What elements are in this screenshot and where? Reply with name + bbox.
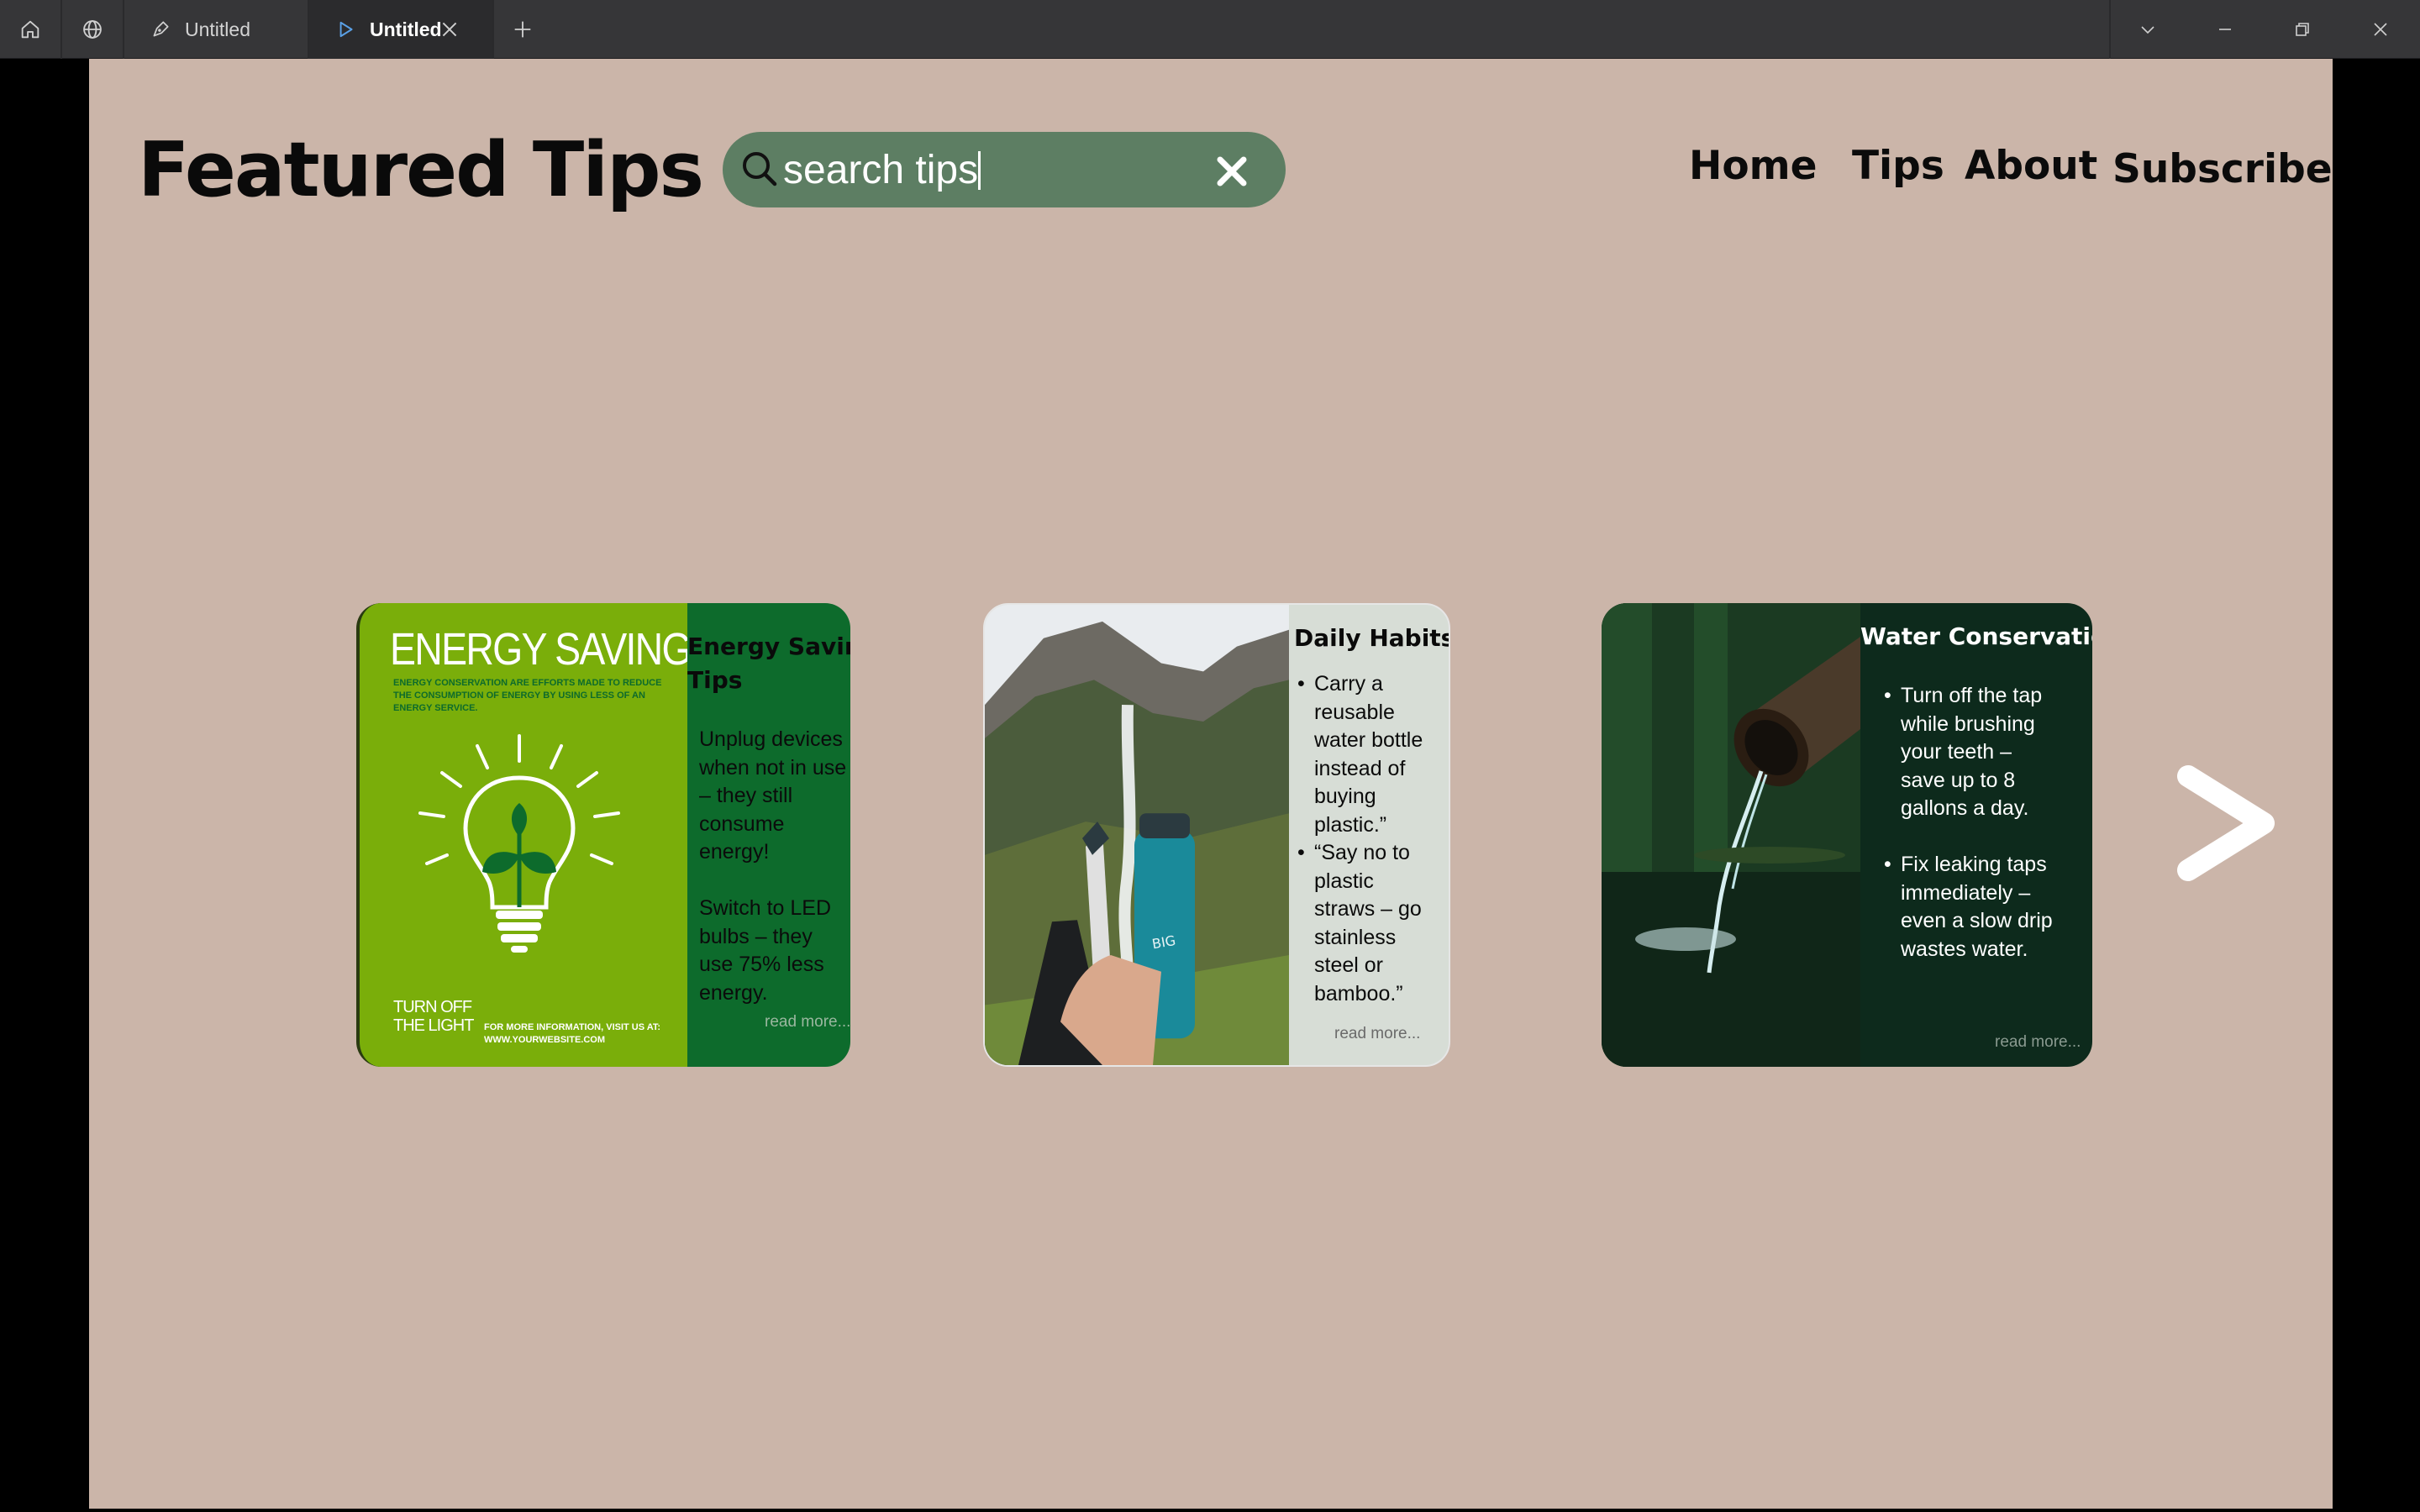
lightbulb-icon <box>418 734 620 953</box>
tip-card-water-conservation[interactable]: Water Conservation • Turn off the tap wh… <box>1602 603 2092 1067</box>
card-body: • Turn off the tap while brushing your t… <box>1882 682 2053 963</box>
poster-headline: ENERGY SAVING <box>390 624 687 675</box>
page-canvas: Featured Tips Home Tips About Subscribe … <box>89 59 2333 1509</box>
pen-tool-icon <box>153 21 169 37</box>
minimize-button[interactable] <box>2186 0 2264 59</box>
tab-label: Untitled <box>370 18 442 40</box>
chevron-down-icon <box>2141 26 2154 34</box>
web-button[interactable] <box>62 0 123 59</box>
restore-icon <box>2296 23 2309 36</box>
card-body: Unplug devices when not in use – they st… <box>699 727 847 1005</box>
tab-untitled-edit[interactable]: Untitled <box>124 0 308 59</box>
card-text: Energy Saving Tips Unplug devices when n… <box>687 603 850 1067</box>
tip-card-energy[interactable]: ENERGY SAVING ENERGY CONSERVATION ARE EF… <box>356 603 850 1067</box>
close-icon <box>2374 23 2387 36</box>
search-icon <box>743 152 777 186</box>
minimize-icon <box>2219 29 2231 30</box>
card-title: Water Conservation <box>1860 622 2092 650</box>
title-bar: Untitled Untitled <box>0 0 2420 59</box>
card-text: Daily Habits • Carry a reusable water bo… <box>1291 605 1450 1065</box>
clear-search-icon[interactable] <box>1213 153 1250 190</box>
bullet-item: • Fix leaking taps immediately – even a … <box>1884 853 2053 961</box>
nav-subscribe[interactable]: Subscribe <box>2112 146 2333 192</box>
close-icon[interactable] <box>439 18 460 40</box>
read-more-link[interactable]: read more... <box>765 1013 850 1032</box>
bullet-item: • Carry a reusable water bottle instead … <box>1297 672 1423 837</box>
page-title: Featured Tips <box>138 126 704 214</box>
search-bar[interactable] <box>723 132 1286 207</box>
nav-about[interactable]: About <box>1965 143 2097 189</box>
bullet-item: • “Say no to plastic straws – go stainle… <box>1297 841 1422 1005</box>
read-more-link[interactable]: read more... <box>1334 1025 1420 1043</box>
nav-home[interactable]: Home <box>1689 143 1817 189</box>
chevron-right-icon[interactable] <box>2173 761 2282 885</box>
close-window-button[interactable] <box>2341 0 2420 59</box>
poster-footer-left: TURN OFF THE LIGHT <box>393 998 474 1035</box>
play-icon <box>339 21 353 38</box>
card-text: Water Conservation • Turn off the tap wh… <box>1860 603 2092 1067</box>
restore-button[interactable] <box>2264 0 2341 59</box>
tab-list-button[interactable] <box>2109 0 2186 59</box>
bullet-item: • Turn off the tap while brushing your t… <box>1884 684 2043 820</box>
poster-footer-right: FOR MORE INFORMATION, VISIT US AT: WWW.Y… <box>484 1022 661 1045</box>
dripping-pipe-photo <box>1602 603 1860 1067</box>
globe-icon <box>83 20 102 39</box>
tab-label: Untitled <box>185 18 250 40</box>
plus-icon <box>514 21 531 38</box>
tip-card-daily-habits[interactable]: BIG Daily Habits • Carry a reusable wate… <box>983 603 1450 1067</box>
mountain-waterfall-photo: BIG <box>985 605 1289 1065</box>
nav-tips[interactable]: Tips <box>1852 143 1944 189</box>
home-icon <box>21 20 39 39</box>
energy-poster-image: ENERGY SAVING ENERGY CONSERVATION ARE EF… <box>360 603 687 1067</box>
read-more-link[interactable]: read more... <box>1995 1033 2081 1052</box>
search-input[interactable] <box>783 142 1220 197</box>
tab-untitled-preview[interactable]: Untitled <box>309 0 492 59</box>
card-title: Energy Saving Tips <box>687 633 850 694</box>
card-body: • Carry a reusable water bottle instead … <box>1296 670 1423 1008</box>
card-title: Daily Habits <box>1294 624 1450 652</box>
new-tab-button[interactable] <box>492 0 553 59</box>
text-cursor <box>978 151 981 190</box>
water-bottle-image: BIG <box>985 605 1289 1065</box>
water-tap-image <box>1602 603 1860 1067</box>
poster-subline: ENERGY CONSERVATION ARE EFFORTS MADE TO … <box>393 678 662 713</box>
home-button[interactable] <box>0 0 60 59</box>
